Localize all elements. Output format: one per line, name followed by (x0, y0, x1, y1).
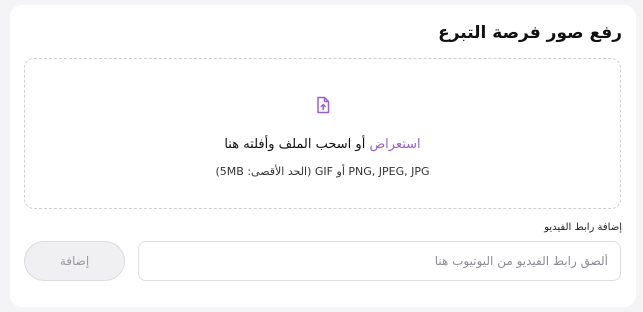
drag-drop-text: أو اسحب الملف وأفلته هنا (224, 137, 370, 152)
dropzone-instructions: استعراض أو اسحب الملف وأفلته هنا (25, 137, 620, 152)
video-link-label: إضافة رابط الفيديو (544, 222, 622, 233)
upload-card: رفع صور فرصة التبرع استعراض أو اسحب المل… (10, 5, 636, 307)
file-upload-icon (317, 96, 330, 114)
card-title: رفع صور فرصة التبرع (438, 23, 622, 43)
add-video-button[interactable]: إضافة (24, 241, 125, 281)
accepted-formats-text: PNG, JPEG, JPG أو GIF (الحد الأقصى: 5MB) (215, 165, 430, 178)
browse-link[interactable]: استعراض (369, 137, 420, 152)
file-dropzone[interactable]: استعراض أو اسحب الملف وأفلته هنا PNG, JP… (24, 58, 621, 209)
video-url-input[interactable] (138, 241, 621, 281)
